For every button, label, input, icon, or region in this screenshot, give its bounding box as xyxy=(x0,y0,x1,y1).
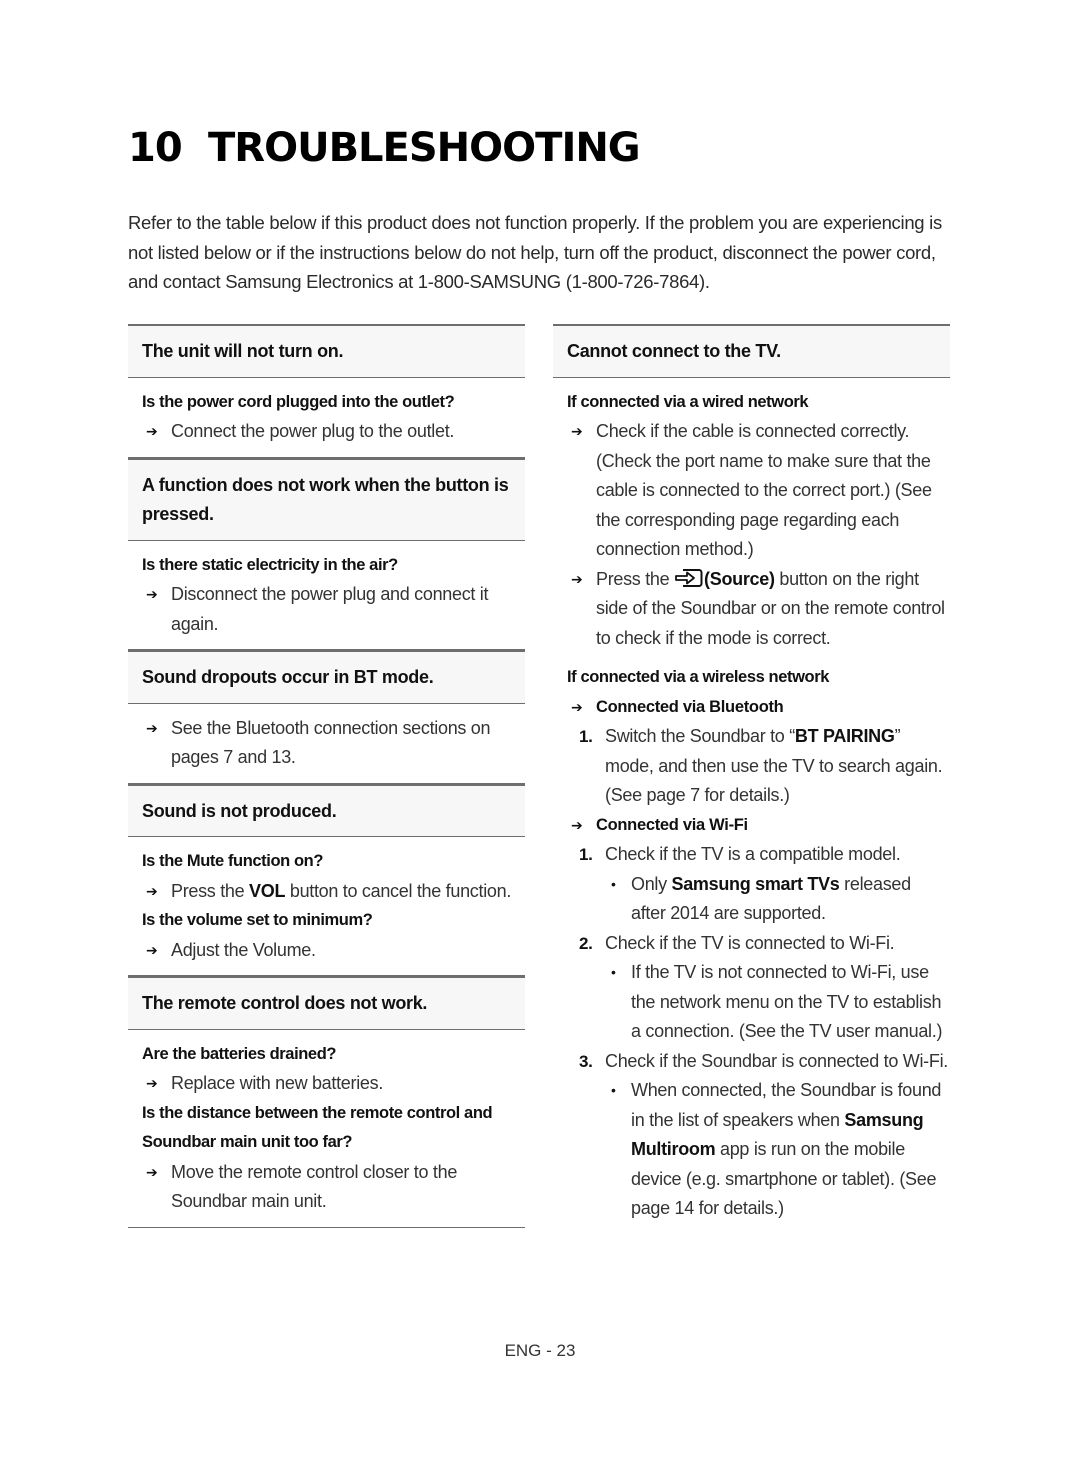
answer: ➔ Move the remote control closer to the S… xyxy=(142,1158,525,1217)
section-header: Sound dropouts occur in BT mode. xyxy=(128,650,525,704)
answer: ➔ Press the VOL button to cancel the func… xyxy=(142,877,525,907)
section-bt-dropouts: Sound dropouts occur in BT mode. ➔ See th… xyxy=(128,650,525,784)
question: Is the Mute function on? xyxy=(142,852,324,870)
answer: ➔ Disconnect the power plug and connect i… xyxy=(142,580,525,639)
chapter-heading: TROUBLESHOOTING xyxy=(208,125,641,171)
section-header: The remote control does not work. xyxy=(128,976,525,1030)
answer: ➔ See the Bluetooth connection sections o… xyxy=(142,714,525,773)
section-body: Is the power cord plugged into the outle… xyxy=(128,378,525,458)
arrow-icon: ➔ xyxy=(571,816,583,833)
arrow-icon: ➔ xyxy=(146,941,158,958)
question: Is the volume set to minimum? xyxy=(142,911,373,929)
question: Is there static electricity in the air? xyxy=(142,555,398,574)
vol-button-label: VOL xyxy=(249,880,286,901)
chapter-number: 10 xyxy=(128,125,183,171)
section-body: ➔ See the Bluetooth connection sections o… xyxy=(128,704,525,784)
bullet-icon: • xyxy=(611,1082,616,1098)
answer: ➔ Adjust the Volume. xyxy=(142,936,525,966)
bt-subtitle: ➔ Connected via Bluetooth xyxy=(567,693,950,723)
section-unit-no-power: The unit will not turn on. Is the power … xyxy=(128,324,525,458)
arrow-icon: ➔ xyxy=(146,423,158,439)
bt-pairing-label: BT PAIRING xyxy=(794,726,895,746)
numbered-step: 2. Check if the TV is connected to Wi-Fi. xyxy=(579,932,895,953)
arrow-icon: ➔ xyxy=(571,698,583,715)
source-button-label: (Source) xyxy=(704,568,775,589)
wired-title: If connected via a wired network xyxy=(567,392,809,411)
answer: ➔ Replace with new batteries. xyxy=(142,1069,525,1099)
section-header: Cannot connect to the TV. xyxy=(553,324,950,378)
section-body: Are the batteries drained? ➔ Replace with… xyxy=(128,1030,525,1228)
arrow-icon: ➔ xyxy=(146,719,158,736)
left-column: The unit will not turn on. Is the power … xyxy=(128,324,525,1228)
section-body: If connected via a wired network ➔ Check … xyxy=(553,378,950,1234)
wifi-subtitle: ➔ Connected via Wi-Fi xyxy=(567,811,950,841)
section-remote-not-working: The remote control does not work. Are th… xyxy=(128,976,525,1228)
source-icon xyxy=(675,568,703,587)
numbered-step: 1. Check if the TV is a compatible model. xyxy=(579,844,901,864)
question: Are the batteries drained? xyxy=(142,1044,337,1063)
right-column: Cannot connect to the TV. If connected v… xyxy=(553,324,950,1234)
section-header: The unit will not turn on. xyxy=(128,324,525,378)
arrow-icon: ➔ xyxy=(571,423,583,439)
section-header: Sound is not produced. xyxy=(128,783,525,837)
arrow-icon: ➔ xyxy=(146,1163,158,1180)
question: Is the power cord plugged into the outle… xyxy=(142,392,455,411)
bullet-item: • When connected, the Soundbar is found i… xyxy=(567,1076,950,1224)
answer: ➔ Press the (Source) button on the right … xyxy=(567,565,950,654)
numbered-step: 3. Check if the Soundbar is connected to … xyxy=(579,1050,948,1071)
wireless-title: If connected via a wireless network xyxy=(567,668,830,686)
section-body: Is the Mute function on? ➔ Press the VOL … xyxy=(128,837,525,976)
bullet-item: • If the TV is not connected to Wi-Fi, us… xyxy=(567,958,950,1047)
answer: ➔ Connect the power plug to the outlet. xyxy=(142,417,525,447)
section-function-not-working: A function does not work when the button… xyxy=(128,457,525,650)
bullet-icon: • xyxy=(611,964,616,980)
section-header: A function does not work when the button… xyxy=(128,457,525,541)
arrow-icon: ➔ xyxy=(146,1075,158,1091)
bullet-icon: • xyxy=(611,875,616,892)
question: Is the distance between the remote contr… xyxy=(142,1103,493,1152)
numbered-step: 1. Switch the Soundbar to “BT PAIRING” mo… xyxy=(579,726,943,805)
arrow-icon: ➔ xyxy=(571,570,583,587)
section-body: Is there static electricity in the air? … xyxy=(128,541,525,650)
arrow-icon: ➔ xyxy=(146,586,158,602)
intro-paragraph: Refer to the table below if this product… xyxy=(128,212,942,292)
answer: ➔ Check if the cable is connected correct… xyxy=(567,417,950,565)
chapter-title: 10 TROUBLESHOOTING xyxy=(128,120,641,176)
section-no-sound: Sound is not produced. Is the Mute funct… xyxy=(128,783,525,976)
page-number: ENG - 23 xyxy=(504,1341,576,1360)
bullet-item: • Only Samsung smart TVs released after 2… xyxy=(567,870,950,929)
arrow-icon: ➔ xyxy=(146,882,158,899)
